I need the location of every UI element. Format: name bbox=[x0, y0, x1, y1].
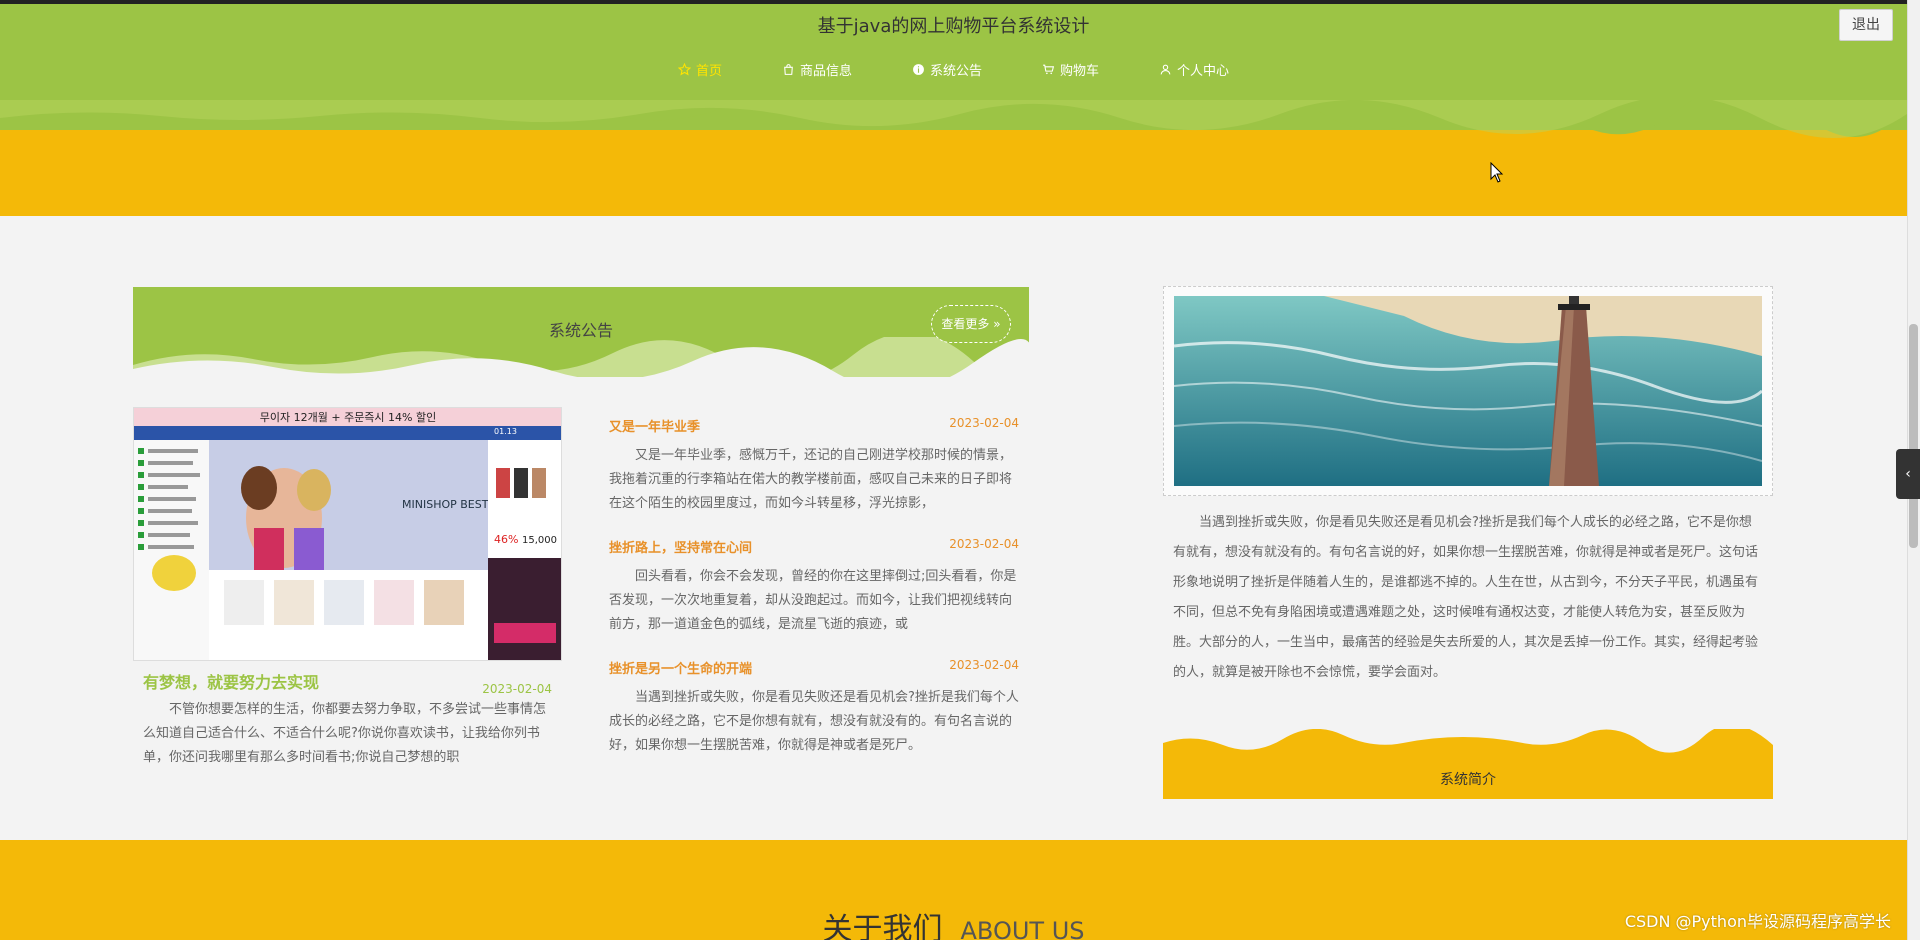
notice-item-date: 2023-02-04 bbox=[949, 658, 1019, 672]
intro-image-frame bbox=[1163, 286, 1773, 496]
intro-text: 当遇到挫折或失败，你是看见失败还是看见机会?挫折是我们每个人成长的必经之路，它不… bbox=[1173, 515, 1759, 680]
info-icon bbox=[913, 64, 924, 75]
about-section: 关于我们 ABOUT US CSDN @Python毕设源码程序高学长 bbox=[0, 840, 1907, 940]
shop-banner-illustration: 무이자 12개월 + 주문즉시 14% 할인 MINISHOP BEST 01.… bbox=[134, 408, 561, 660]
nav-item-label: 首页 bbox=[695, 64, 722, 79]
intro-banner[interactable]: 系统简介 bbox=[1163, 729, 1773, 799]
nav-item-label: 购物车 bbox=[1060, 64, 1100, 79]
page: 基于java的网上购物平台系统设计 退出 首页 商品信息 系统公告 购物车 个人… bbox=[0, 0, 1920, 940]
featured-article-summary: 不管你想要怎样的生活，你都要去努力争取，不多尝试一些事情怎么知道自己适合什么、不… bbox=[143, 702, 547, 765]
about-title-cn: 关于我们 bbox=[822, 912, 943, 940]
nav-item-label: 系统公告 bbox=[929, 64, 982, 79]
logout-button[interactable]: 退出 bbox=[1839, 9, 1893, 41]
lighthouse-image bbox=[1174, 296, 1762, 486]
nav-item-cart[interactable]: 购物车 bbox=[1042, 60, 1099, 79]
watermark: CSDN @Python毕设源码程序高学长 bbox=[1624, 912, 1891, 931]
notice-item-summary: 又是一年毕业季，感慨万千，还记的自己刚进学校那时候的情景，我拖着沉重的行李箱站在… bbox=[609, 448, 1013, 511]
about-title: 关于我们 ABOUT US bbox=[0, 904, 1907, 940]
about-title-en: ABOUT US bbox=[960, 917, 1085, 940]
notice-list-item[interactable]: 挫折是另一个生命的开端 2023-02-04 当遇到挫折或失败，你是看见失败还是… bbox=[609, 658, 1019, 758]
bag-icon bbox=[784, 64, 793, 75]
site-title: 基于java的网上购物平台系统设计 bbox=[817, 16, 1090, 37]
notice-item-summary: 当遇到挫折或失败，你是看见失败还是看见机会?挫折是我们每个人成长的必经之路，它不… bbox=[609, 690, 1019, 753]
shop-banner-date-tag: 01.13 bbox=[494, 427, 517, 436]
shop-banner-promo-text: 무이자 12개월 + 주문즉시 14% 할인 bbox=[260, 411, 436, 424]
featured-article-image[interactable]: 무이자 12개월 + 주문즉시 14% 할인 MINISHOP BEST 01.… bbox=[133, 407, 562, 661]
cart-icon bbox=[1043, 64, 1055, 75]
notice-wave-decoration bbox=[133, 337, 1029, 377]
main-content: 系统公告 查看更多 » 무이자 12개월 + 주문즉시 14% 할인 MINIS… bbox=[0, 216, 1907, 840]
nav-item-profile[interactable]: 个人中心 bbox=[1159, 60, 1229, 79]
notice-item-date: 2023-02-04 bbox=[949, 537, 1019, 551]
nav-item-products[interactable]: 商品信息 bbox=[782, 60, 852, 79]
nav-item-label: 个人中心 bbox=[1177, 64, 1230, 79]
user-icon bbox=[1160, 64, 1171, 75]
notice-list-item[interactable]: 又是一年毕业季 2023-02-04 又是一年毕业季，感慨万千，还记的自己刚进学… bbox=[609, 416, 1019, 516]
header: 基于java的网上购物平台系统设计 退出 首页 商品信息 系统公告 购物车 个人… bbox=[0, 0, 1907, 216]
lighthouse-illustration bbox=[1174, 296, 1762, 486]
notice-list-item[interactable]: 挫折路上，坚持常在心间 2023-02-04 回头看看，你会不会发现，曾经的你在… bbox=[609, 537, 1019, 637]
notice-section-header: 系统公告 查看更多 » bbox=[133, 287, 1029, 377]
featured-article-date: 2023-02-04 bbox=[482, 682, 552, 696]
notice-item-summary: 回头看看，你会不会发现，曾经的你在这里摔倒过;回头看看，你是否发现，一次次地重复… bbox=[609, 569, 1017, 632]
shop-banner-price: 15,000 bbox=[522, 535, 557, 546]
scrollbar-thumb[interactable] bbox=[1909, 324, 1918, 548]
featured-article-title[interactable]: 有梦想，就要努力去实现 bbox=[143, 669, 319, 693]
notice-section-title: 系统公告 bbox=[548, 321, 613, 340]
header-wave-decoration bbox=[0, 100, 1907, 139]
nav-item-home[interactable]: 首页 bbox=[677, 60, 722, 79]
intro-banner-title: 系统简介 bbox=[1440, 772, 1496, 788]
main-nav: 首页 商品信息 系统公告 购物车 个人中心 bbox=[0, 60, 1907, 79]
star-icon bbox=[677, 63, 691, 76]
nav-item-notices[interactable]: 系统公告 bbox=[912, 60, 982, 79]
mouse-cursor-icon bbox=[1490, 162, 1504, 183]
side-panel-toggle[interactable]: ‹ bbox=[1896, 449, 1920, 499]
nav-item-label: 商品信息 bbox=[799, 64, 852, 79]
shop-banner-brand: MINISHOP BEST bbox=[402, 498, 489, 511]
shop-banner-discount: 46% bbox=[494, 533, 518, 546]
notice-item-date: 2023-02-04 bbox=[949, 416, 1019, 430]
view-more-button[interactable]: 查看更多 » bbox=[931, 305, 1011, 343]
